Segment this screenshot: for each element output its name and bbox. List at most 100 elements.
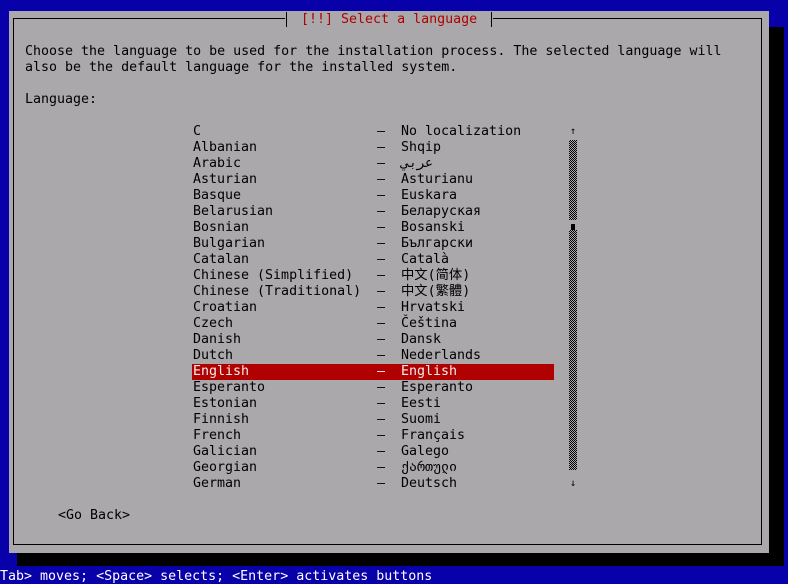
language-list[interactable]: C – No localization Albanian – Shqip Arabic – عر… <box>192 124 554 492</box>
language-option[interactable]: French – Français <box>192 428 554 444</box>
language-native-name: Dansk <box>401 332 442 347</box>
scrollbar-track-upper[interactable] <box>569 140 577 220</box>
language-native-name: عربي <box>401 156 434 171</box>
language-name: Bosnian <box>193 220 250 235</box>
language-native-name: Català <box>401 252 450 267</box>
separator-dash: – <box>377 268 386 283</box>
language-name: Basque <box>193 188 242 203</box>
language-native-name: Bosanski <box>401 220 466 235</box>
language-option[interactable]: Chinese (Simplified) – 中文(简体) <box>192 268 554 284</box>
language-name: Catalan <box>193 252 250 267</box>
language-name: French <box>193 428 242 443</box>
description-line-1: Choose the language to be used for the i… <box>25 44 722 59</box>
language-option[interactable]: C – No localization <box>192 124 554 140</box>
status-bar-help: Tab> moves; <Space> selects; <Enter> act… <box>0 570 433 584</box>
scroll-up-arrow-icon[interactable]: ↑ <box>567 124 579 140</box>
language-native-name: Deutsch <box>401 476 458 491</box>
language-native-name: 中文(简体) <box>401 268 471 283</box>
language-native-name: Čeština <box>401 316 458 331</box>
language-name: Croatian <box>193 300 258 315</box>
separator-dash: – <box>377 140 386 155</box>
separator-dash: – <box>377 412 386 427</box>
separator-dash: – <box>377 380 386 395</box>
select-language-dialog: [!!] Select a language Choose the langua… <box>9 11 769 553</box>
language-option-selected[interactable]: English – English <box>192 364 554 380</box>
separator-dash: – <box>377 172 386 187</box>
separator-dash: – <box>377 316 386 331</box>
language-option[interactable]: Belarusian – Беларуская <box>192 204 554 220</box>
language-name: Galician <box>193 444 258 459</box>
language-native-name: No localization <box>401 124 522 139</box>
dialog-description: Choose the language to be used for the i… <box>25 44 721 76</box>
language-option[interactable]: Finnish – Suomi <box>192 412 554 428</box>
scroll-down-arrow-icon[interactable]: ↓ <box>567 476 579 492</box>
dialog-title: [!!] Select a language <box>301 12 478 27</box>
separator-dash: – <box>377 476 386 491</box>
separator-dash: – <box>377 428 386 443</box>
go-back-button[interactable]: <Go Back> <box>58 508 130 524</box>
dialog-title-bar: [!!] Select a language <box>285 11 494 29</box>
language-native-name: Български <box>401 236 474 251</box>
language-option[interactable]: Czech – Čeština <box>192 316 554 332</box>
language-name: Esperanto <box>193 380 266 395</box>
scrollbar-track-lower[interactable] <box>569 230 577 470</box>
language-option[interactable]: Arabic – عربي <box>192 156 554 172</box>
separator-dash: – <box>377 156 386 171</box>
language-native-name: English <box>401 364 458 379</box>
language-name: Arabic <box>193 156 242 171</box>
language-native-name: Français <box>401 428 466 443</box>
language-native-name: Asturianu <box>401 172 474 187</box>
separator-dash: – <box>377 332 386 347</box>
language-option[interactable]: Asturian – Asturianu <box>192 172 554 188</box>
language-name: Dutch <box>193 348 234 363</box>
separator-dash: – <box>377 300 386 315</box>
language-name: Bulgarian <box>193 236 266 251</box>
language-name: Albanian <box>193 140 258 155</box>
language-native-name: Eesti <box>401 396 442 411</box>
list-scrollbar[interactable]: ↑ ↓ <box>567 124 579 492</box>
separator-dash: – <box>377 204 386 219</box>
language-option[interactable]: Croatian – Hrvatski <box>192 300 554 316</box>
language-option[interactable]: German – Deutsch <box>192 476 554 492</box>
language-native-name: Suomi <box>401 412 442 427</box>
language-name: Chinese (Traditional) <box>193 284 362 299</box>
language-option[interactable]: Estonian – Eesti <box>192 396 554 412</box>
language-name: Chinese (Simplified) <box>193 268 354 283</box>
language-native-name: Euskara <box>401 188 458 203</box>
language-native-name: 中文(繁體) <box>401 284 471 299</box>
language-name: Danish <box>193 332 242 347</box>
separator-dash: – <box>377 460 386 475</box>
language-option[interactable]: Chinese (Traditional) – 中文(繁體) <box>192 284 554 300</box>
language-name: Czech <box>193 316 234 331</box>
language-option[interactable]: Albanian – Shqip <box>192 140 554 156</box>
separator-dash: – <box>377 444 386 459</box>
language-native-name: Беларуская <box>401 204 482 219</box>
language-name: Finnish <box>193 412 250 427</box>
separator-dash: – <box>377 364 386 379</box>
description-line-2: also be the default language for the ins… <box>25 60 458 75</box>
language-native-name: ქართული <box>401 460 458 475</box>
language-name: Belarusian <box>193 204 274 219</box>
language-list-label: Language: <box>25 92 98 107</box>
separator-dash: – <box>377 188 386 203</box>
language-name: German <box>193 476 242 491</box>
language-native-name: Hrvatski <box>401 300 466 315</box>
separator-dash: – <box>377 236 386 251</box>
language-name: Estonian <box>193 396 258 411</box>
separator-dash: – <box>377 220 386 235</box>
language-option[interactable]: Catalan – Català <box>192 252 554 268</box>
language-option[interactable]: Basque – Euskara <box>192 188 554 204</box>
language-option[interactable]: Esperanto – Esperanto <box>192 380 554 396</box>
separator-dash: – <box>377 252 386 267</box>
language-name: English <box>193 364 250 379</box>
separator-dash: – <box>377 124 386 139</box>
separator-dash: – <box>377 396 386 411</box>
language-option[interactable]: Dutch – Nederlands <box>192 348 554 364</box>
language-name: Georgian <box>193 460 258 475</box>
language-option[interactable]: Georgian – ქართული <box>192 460 554 476</box>
language-option[interactable]: Danish – Dansk <box>192 332 554 348</box>
language-option[interactable]: Bulgarian – Български <box>192 236 554 252</box>
language-option[interactable]: Bosnian – Bosanski <box>192 220 554 236</box>
language-option[interactable]: Galician – Galego <box>192 444 554 460</box>
separator-dash: – <box>377 284 386 299</box>
